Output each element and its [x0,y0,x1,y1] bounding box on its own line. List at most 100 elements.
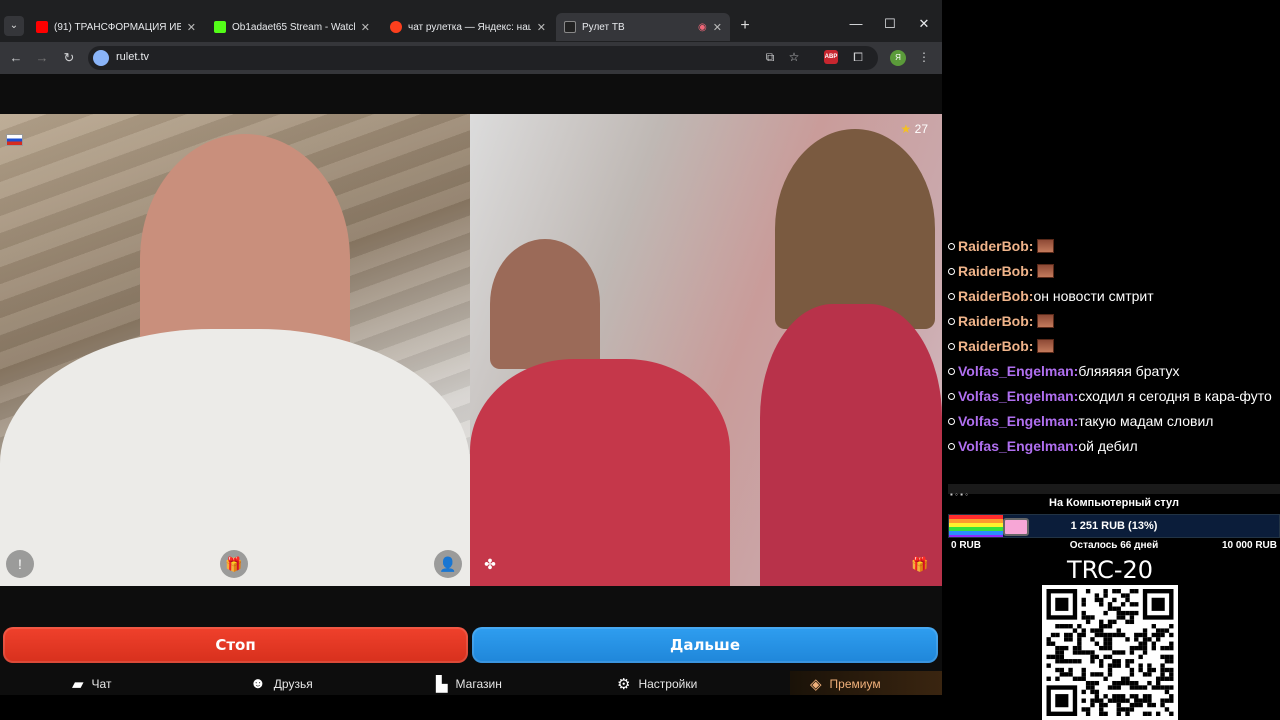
tab-youtube[interactable]: (91) ТРАНСФОРМАЦИЯ ИВАН ✕ [28,14,204,40]
forward-icon[interactable]: → [34,50,50,65]
goal-progress-bar: 1 251 RUB (13%) [948,514,1280,538]
qr-code-image [1046,589,1174,716]
profile-avatar[interactable]: Я [890,50,906,66]
recording-icon: ◉ [698,21,707,33]
reload-icon[interactable]: ↻ [61,50,77,66]
extensions-icon[interactable]: ⧠ [850,50,866,65]
emote-icon [1037,264,1055,278]
nav-settings[interactable]: ⚙ Настройки [617,675,697,693]
youtube-icon [36,21,48,33]
url-text: rulet.tv [116,51,150,63]
goal-strip: ▪ ◦ ▪ ◦ [948,484,1280,499]
address-bar[interactable]: rulet.tv [88,46,878,70]
nav-friends[interactable]: ☻ Друзья [250,675,313,692]
chat-message: Volfas_Engelman:бляяяяя братух [948,363,1278,380]
rulet-icon [564,21,576,33]
nav-chat[interactable]: ▰ Чат [72,675,111,693]
close-icon[interactable]: ✕ [187,21,196,34]
maximize-icon[interactable]: ☐ [880,16,900,32]
chat-username: RaiderBob: [958,238,1034,254]
bottom-nav: ▰ Чат ☻ Друзья ▙ Магазин ⚙ Настройки ◈ П… [0,671,942,695]
friends-icon: ☻ [250,675,266,692]
tab-rulet-tv[interactable]: Рулет ТВ ◉ ✕ [556,13,730,41]
qr-code [1042,585,1178,720]
russia-flag-icon [6,134,23,146]
nav-label: Друзья [273,676,313,691]
video-person-jacket [470,359,730,586]
tab-kick[interactable]: Ob1adaet65 Stream - Watch Li ✕ [206,14,378,40]
kick-icon [214,21,226,33]
chat-message: RaiderBob: [948,238,1278,255]
chat-message: RaiderBob: [948,263,1278,280]
chat-username: RaiderBob: [958,288,1034,304]
bookmark-star-icon[interactable]: ☆ [786,50,802,64]
close-icon[interactable]: ✕ [361,21,370,34]
tab-title: чат рулетка — Яндекс: нашлос [408,21,531,33]
nav-premium[interactable]: ◈ Премиум [810,675,881,693]
tab-title: (91) ТРАНСФОРМАЦИЯ ИВАН [54,21,181,33]
adblock-plus-icon[interactable]: ABP [824,50,838,64]
tag-icon: ◈ [810,676,822,693]
chat-message: Volfas_Engelman:ой дебил [948,438,1278,455]
next-button[interactable]: Дальше [472,627,938,663]
chat-text: он новости смтрит [1033,288,1154,304]
stars-count: 27 [914,122,928,136]
gear-icon: ⚙ [617,676,631,693]
shop-bag-icon: ▙ [436,676,448,693]
goal-info: 0 RUB Осталось 66 дней 10 000 RUB [948,540,1280,554]
video-person-jacket [760,304,942,586]
browser-window: ⌄ (91) ТРАНСФОРМАЦИЯ ИВАН ✕ Ob1adaet65 S… [0,0,942,695]
yandex-icon [390,21,402,33]
nav-label: Магазин [455,677,502,691]
star-icon: ★ [900,122,912,136]
chat-message: RaiderBob:он новости смтрит [948,288,1278,305]
profile-icon[interactable]: 👤 [434,550,462,578]
tab-title: Рулет ТВ [582,21,625,33]
goal-amount: 1 251 RUB (13%) [1070,520,1158,532]
goal-title: На Компьютерный стул [1049,497,1179,509]
video-person [775,129,935,329]
chat-message: Volfas_Engelman:такую мадам словил [948,413,1278,430]
gift-icon[interactable]: 🎁 [220,550,248,578]
close-icon[interactable]: ✕ [713,21,722,34]
chat-icon: ▰ [72,676,84,693]
tab-yandex[interactable]: чат рулетка — Яндекс: нашлос ✕ [382,14,554,40]
chat-text: ой дебил [1078,438,1138,454]
chat-message: Volfas_Engelman:сходил я сегодня в кара-… [948,388,1278,405]
site-info-icon[interactable] [93,50,109,66]
goal-max: 10 000 RUB [1221,540,1277,551]
emote-icon [1037,239,1055,253]
remote-video: ★ 27 ✤ 🎁 [470,114,942,586]
nav-label: Премиум [829,677,881,691]
gift-icon[interactable]: 🎁 [906,550,934,578]
stars-counter: ★ 27 [901,122,928,136]
report-icon[interactable]: ! [6,550,34,578]
chat-username: Volfas_Engelman: [958,388,1079,404]
emote-icon [1037,314,1055,328]
tab-title: Ob1adaet65 Stream - Watch Li [232,21,355,33]
close-window-icon[interactable]: ✕ [914,16,934,32]
install-app-icon[interactable]: ⧉ [762,50,778,65]
chat-username: RaiderBob: [958,338,1034,354]
chat-username: RaiderBob: [958,313,1034,329]
nav-label: Настройки [638,677,698,691]
chat-text: бляяяяя братух [1078,363,1180,379]
chat-username: Volfas_Engelman: [958,413,1079,429]
nav-shop[interactable]: ▙ Магазин [436,675,502,693]
chat-username: RaiderBob: [958,263,1034,279]
chat-text: такую мадам словил [1078,413,1214,429]
stop-button[interactable]: Стоп [3,627,468,663]
nav-label: Чат [91,677,112,691]
crypto-label: TRC-20 [1066,556,1154,584]
chat-message: RaiderBob: [948,338,1278,355]
effects-icon[interactable]: ✤ [476,550,504,578]
close-icon[interactable]: ✕ [537,21,546,34]
menu-icon[interactable]: ⋮ [916,50,932,64]
video-person-robe [0,329,470,586]
new-tab-icon[interactable]: + [736,17,754,35]
local-video: ! 🎁 👤 [0,114,470,586]
tab-search-dropdown-icon[interactable]: ⌄ [4,16,24,36]
back-icon[interactable]: ← [8,50,24,65]
chat-text: сходил я сегодня в кара-футо [1078,388,1272,404]
minimize-icon[interactable]: — [846,16,866,31]
